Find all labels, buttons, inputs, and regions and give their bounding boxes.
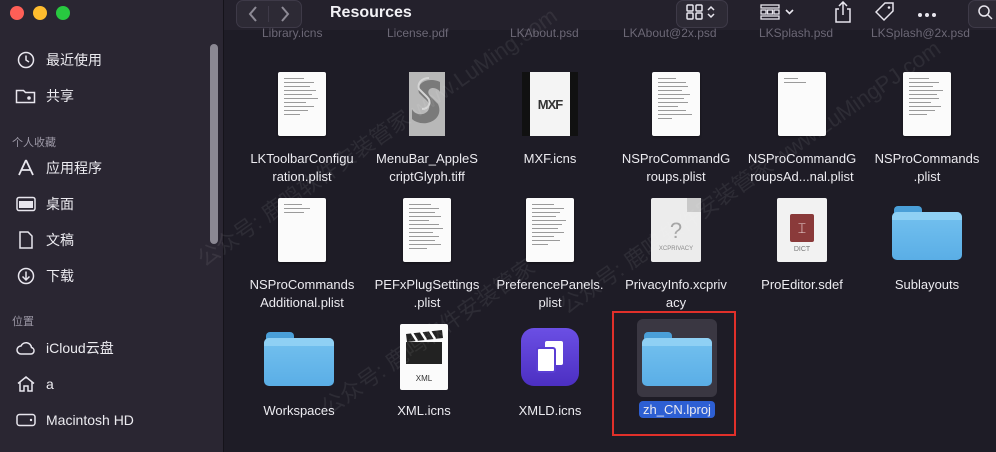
clock-icon [14, 50, 38, 70]
window-title: Resources [330, 4, 412, 21]
minimize-window-button[interactable] [33, 6, 47, 20]
close-window-button[interactable] [10, 6, 24, 20]
sidebar-item-shared[interactable]: 共享 [0, 82, 210, 110]
file-name: PEFxPlugSettings .plist [374, 277, 480, 310]
file-name: NSProCommands .plist [874, 151, 980, 184]
file-name: XML.icns [397, 403, 451, 418]
home-icon [14, 374, 38, 394]
favorites-header: 个人收藏 [12, 137, 56, 149]
plist-file-icon [362, 198, 492, 262]
xml-label: XML [415, 374, 433, 383]
search-button[interactable] [968, 0, 996, 28]
partial-file-label[interactable]: LKAbout.psd [510, 26, 579, 40]
history-nav [236, 0, 302, 28]
sidebar-item-label: 应用程序 [46, 160, 102, 176]
tag-icon [874, 1, 895, 27]
grid-view-icon [686, 3, 718, 25]
file-name: PreferencePanels. plist [496, 277, 604, 310]
file-name: NSProCommandG roups.plist [621, 151, 731, 184]
folder-name: Workspaces [263, 403, 335, 418]
zoom-window-button[interactable] [56, 6, 70, 20]
file-name: MenuBar_AppleS criptGlyph.tiff [376, 151, 478, 184]
sidebar: 最近使用 共享 个人收藏 应用程序 桌面 文稿 下载 位置 iCloud云盘 a… [0, 0, 224, 452]
sidebar-item-label: 最近使用 [46, 52, 102, 68]
sidebar-item-home[interactable]: a [0, 370, 210, 398]
folder-name: Sublayouts [894, 277, 960, 292]
sidebar-item-icloud[interactable]: iCloud云盘 [0, 334, 210, 362]
partial-file-label[interactable]: LKSplash@2x.psd [871, 26, 970, 40]
dict-label: DICT [793, 246, 811, 253]
chevron-right-icon[interactable] [269, 6, 301, 22]
desktop-icon [14, 194, 38, 214]
plist-file-icon [237, 72, 367, 136]
sidebar-item-label: 文稿 [46, 232, 74, 248]
download-icon [14, 266, 38, 286]
sidebar-item-label: 共享 [46, 88, 74, 104]
xml-clapperboard-icon: XML [359, 324, 489, 390]
xcprivacy-file-icon: ? XCPRIVACY [611, 198, 741, 262]
cloud-icon [14, 338, 38, 358]
sdef-dictionary-icon: ⌶ DICT [737, 198, 867, 262]
partial-file-label[interactable]: LKAbout@2x.psd [623, 26, 717, 40]
sidebar-item-desktop[interactable]: 桌面 [0, 190, 210, 218]
file-name: NSProCommandG roupsAd...nal.plist [747, 151, 857, 184]
sidebar-item-label: Macintosh HD [46, 412, 134, 428]
plist-file-icon [485, 198, 615, 262]
sidebar-scrollbar[interactable] [210, 44, 218, 244]
plist-file-icon [737, 72, 867, 136]
file-name: XMLD.icns [518, 403, 582, 418]
file-name: ProEditor.sdef [761, 277, 843, 292]
question-mark-icon: ? [669, 218, 683, 243]
file-name: NSProCommands Additional.plist [249, 277, 355, 310]
document-icon [14, 230, 38, 250]
folder-icon [234, 330, 364, 386]
sidebar-item-applications[interactable]: 应用程序 [0, 154, 210, 182]
applications-icon [14, 158, 38, 178]
sidebar-item-label: 下载 [46, 268, 74, 284]
sidebar-item-macintosh-hd[interactable]: Macintosh HD [0, 406, 210, 434]
partial-file-label[interactable]: License.pdf [387, 26, 448, 40]
plist-file-icon [611, 72, 741, 136]
tiff-file-icon [362, 72, 492, 136]
locations-header: 位置 [12, 316, 34, 328]
mxf-icon: MXF [485, 72, 615, 136]
sidebar-item-recents[interactable]: 最近使用 [0, 46, 210, 74]
file-name: LKToolbarConfigu ration.plist [250, 151, 354, 184]
disk-icon [14, 410, 38, 430]
search-icon [977, 4, 993, 25]
window-controls [10, 6, 70, 20]
sidebar-item-documents[interactable]: 文稿 [0, 226, 210, 254]
share-icon [834, 0, 852, 28]
file-name: MXF.icns [523, 151, 577, 166]
folder-icon [862, 204, 992, 260]
tag-button[interactable] [868, 0, 902, 28]
mxf-label: MXF [530, 72, 570, 136]
shared-folder-icon [14, 86, 38, 106]
group-by-button[interactable] [754, 0, 804, 28]
file-name: PrivacyInfo.xcpriv acy [625, 277, 727, 310]
xmld-app-icon [485, 328, 615, 386]
share-button[interactable] [826, 0, 860, 28]
highlight-annotation-box [612, 311, 736, 436]
ellipsis-icon [917, 5, 937, 23]
more-button[interactable] [910, 0, 944, 28]
xcprivacy-label: XCPRIVACY [658, 246, 694, 252]
plist-file-icon [862, 72, 992, 136]
sidebar-item-label: 桌面 [46, 196, 74, 212]
sidebar-item-label: a [46, 376, 54, 392]
view-mode-button[interactable] [676, 0, 728, 28]
group-icon [759, 3, 799, 25]
sidebar-item-downloads[interactable]: 下载 [0, 262, 210, 290]
sidebar-item-label: iCloud云盘 [46, 340, 114, 356]
plist-file-icon [237, 198, 367, 262]
chevron-left-icon[interactable] [237, 6, 270, 22]
partial-file-label[interactable]: LKSplash.psd [759, 26, 833, 40]
partial-file-label[interactable]: Library.icns [262, 26, 322, 40]
